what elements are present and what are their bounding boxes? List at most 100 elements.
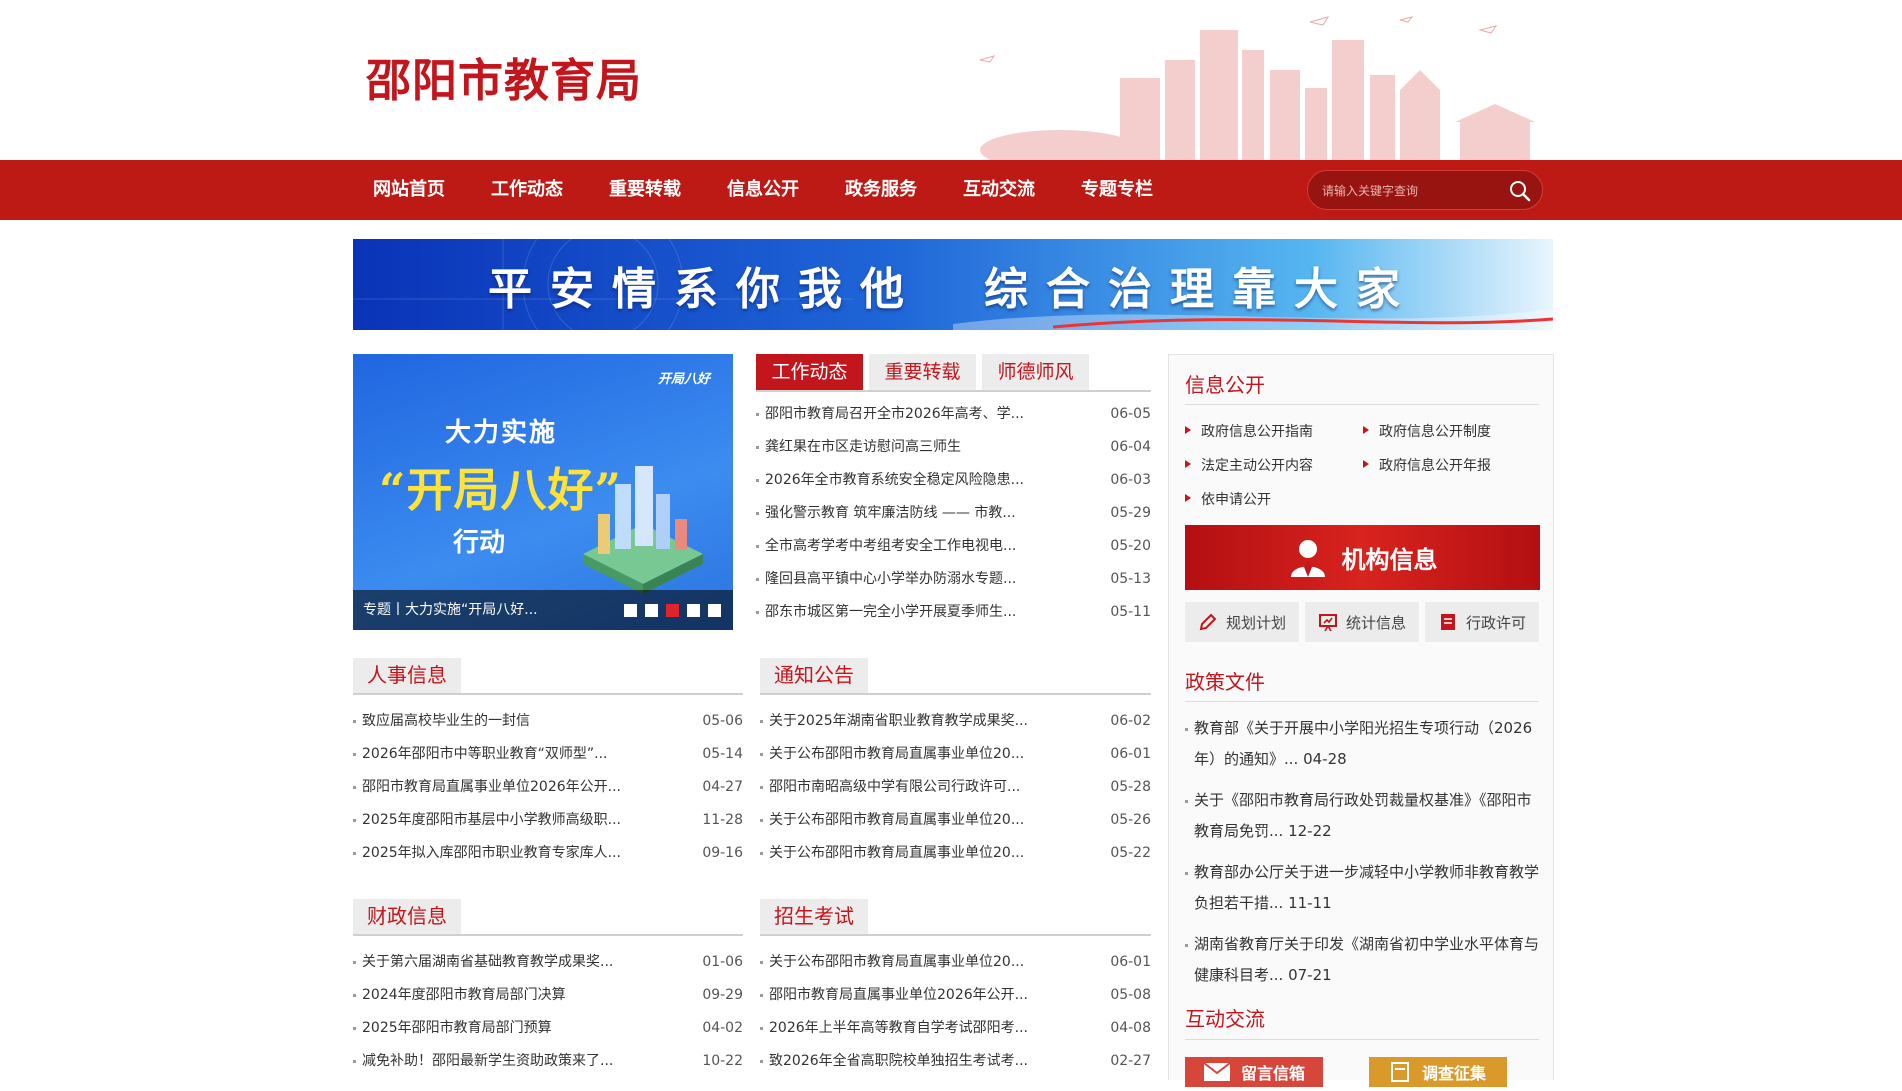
policy-item-text: 关于《邵阳市教育局行政处罚裁量权基准》《邵阳市教育局免罚... 12-22	[1194, 791, 1532, 840]
topic-carousel[interactable]: 开局八好 大力实施 “开局八好” 行动 专题丨大力实施“开局八好...	[353, 354, 733, 630]
news-item[interactable]: 关于公布邵阳市教育局直属事业单位20... 06-01	[760, 738, 1151, 771]
nav-item-gov-service[interactable]: 政务服务	[822, 160, 940, 220]
bullet-dot-icon	[760, 819, 763, 822]
nav-item-interaction[interactable]: 互动交流	[940, 160, 1058, 220]
news-item[interactable]: 关于2025年湖南省职业教育教学成果奖... 06-02	[760, 705, 1151, 738]
news-item[interactable]: 2024年度邵阳市教育局部门决算 09-29	[353, 979, 743, 1012]
news-item[interactable]: 关于公布邵阳市教育局直属事业单位20... 05-22	[760, 837, 1151, 870]
news-date: 09-16	[702, 845, 743, 861]
notices-section: 通知公告 关于2025年湖南省职业教育教学成果奖... 06-02 关于公布邵阳市教…	[760, 658, 1151, 870]
link-info-system[interactable]: 政府信息公开制度	[1363, 421, 1491, 441]
news-title: 龚红果在市区走访慰问高三师生	[765, 439, 961, 455]
policy-title[interactable]: 政策文件	[1185, 666, 1265, 695]
news-title: 2025年拟入库邵阳市职业教育专家库人...	[362, 845, 621, 861]
news-date: 06-04	[1110, 439, 1151, 455]
news-item[interactable]: 邵阳市教育局召开全市2026年高考、学... 06-05	[756, 398, 1151, 431]
search-input[interactable]	[1322, 180, 1502, 202]
news-item[interactable]: 龚红果在市区走访慰问高三师生 06-04	[756, 431, 1151, 464]
news-date: 05-11	[1110, 604, 1151, 620]
bullet-dot-icon	[1185, 944, 1188, 947]
license-button[interactable]: 行政许可	[1425, 602, 1539, 642]
search-icon[interactable]	[1508, 179, 1532, 203]
link-label: 法定主动公开内容	[1201, 458, 1313, 474]
personnel-title[interactable]: 人事信息	[353, 658, 461, 693]
policy-item[interactable]: 教育部办公厅关于进一步减轻中小学教师非教育教学负担若干措... 11-11	[1185, 857, 1541, 919]
bullet-dot-icon	[756, 512, 759, 515]
tab-work-news[interactable]: 工作动态	[756, 354, 863, 390]
survey-button[interactable]: 调查征集	[1369, 1057, 1507, 1087]
policy-item[interactable]: 湖南省教育厅关于印发《湖南省初中学业水平体育与健康科目考... 07-21	[1185, 929, 1541, 991]
news-title: 减免补助！邵阳最新学生资助政策来了...	[362, 1053, 614, 1069]
news-item[interactable]: 邵阳市教育局直属事业单位2026年公开... 05-08	[760, 979, 1151, 1012]
carousel-dot[interactable]	[666, 604, 679, 617]
triangle-bullet-icon	[1185, 460, 1191, 468]
news-item[interactable]: 强化警示教育 筑牢廉洁防线 —— 市教... 05-29	[756, 497, 1151, 530]
news-title: 致2026年全省高职院校单独招生考试考...	[769, 1053, 1028, 1069]
bullet-dot-icon	[353, 753, 356, 756]
bullet-dot-icon	[756, 578, 759, 581]
news-item[interactable]: 邵阳市教育局直属事业单位2026年公开... 04-27	[353, 771, 743, 804]
news-title: 全市高考学考中考组考安全工作电视电...	[765, 538, 1017, 554]
news-date: 06-01	[1110, 746, 1151, 762]
link-proactive-disclosure[interactable]: 法定主动公开内容	[1185, 455, 1313, 475]
news-item[interactable]: 2026年邵阳市中等职业教育“双师型”... 05-14	[353, 738, 743, 771]
news-item[interactable]: 隆回县高平镇中心小学举办防溺水专题... 05-13	[756, 563, 1151, 596]
link-apply-disclosure[interactable]: 依申请公开	[1185, 489, 1271, 509]
nav-item-work-news[interactable]: 工作动态	[468, 160, 586, 220]
document-icon	[1440, 614, 1455, 630]
news-item[interactable]: 邵东市城区第一完全小学开展夏季师生... 05-11	[756, 596, 1151, 629]
news-item[interactable]: 邵阳市南昭高级中学有限公司行政许可... 05-28	[760, 771, 1151, 804]
news-date: 05-22	[1110, 845, 1151, 861]
policy-item[interactable]: 教育部《关于开展中小学阳光招生专项行动（2026年）的通知》... 04-28	[1185, 713, 1541, 775]
plan-button[interactable]: 规划计划	[1185, 602, 1299, 642]
bullet-dot-icon	[353, 819, 356, 822]
news-title: 2024年度邵阳市教育局部门决算	[362, 987, 566, 1003]
tab-reprints[interactable]: 重要转载	[869, 354, 976, 390]
site-title[interactable]: 邵阳市教育局	[366, 44, 642, 109]
mailbox-button[interactable]: 留言信箱	[1185, 1057, 1323, 1087]
statistics-button[interactable]: 统计信息	[1305, 602, 1419, 642]
news-item[interactable]: 2025年拟入库邵阳市职业教育专家库人... 09-16	[353, 837, 743, 870]
news-item[interactable]: 2026年上半年高等教育自学考试邵阳考... 04-08	[760, 1012, 1151, 1045]
interaction-title[interactable]: 互动交流	[1185, 1003, 1265, 1032]
safety-banner[interactable]: 平安情系你我他 综合治理靠大家	[353, 239, 1553, 330]
news-date: 10-22	[702, 1053, 743, 1069]
news-date: 05-26	[1110, 812, 1151, 828]
org-info-button[interactable]: 机构信息	[1185, 525, 1540, 590]
news-title: 关于2025年湖南省职业教育教学成果奖...	[769, 713, 1028, 729]
news-date: 05-08	[1110, 987, 1151, 1003]
news-item[interactable]: 致2026年全省高职院校单独招生考试考... 02-27	[760, 1045, 1151, 1078]
news-item[interactable]: 2026年全市教育系统安全稳定风险隐患... 06-03	[756, 464, 1151, 497]
carousel-dot[interactable]	[624, 604, 637, 617]
enrollment-title[interactable]: 招生考试	[760, 899, 868, 934]
nav-item-topics[interactable]: 专题专栏	[1058, 160, 1176, 220]
news-item[interactable]: 减免补助！邵阳最新学生资助政策来了... 10-22	[353, 1045, 743, 1078]
nav-item-info-public[interactable]: 信息公开	[704, 160, 822, 220]
right-panel: 信息公开 政府信息公开指南 政府信息公开制度 法定主动公开内容 政府信息公开年报…	[1168, 354, 1554, 1087]
carousel-dot[interactable]	[687, 604, 700, 617]
news-title: 关于公布邵阳市教育局直属事业单位20...	[769, 746, 1025, 762]
enrollment-section: 招生考试 关于公布邵阳市教育局直属事业单位20... 06-01 邵阳市教育局直属事…	[760, 899, 1151, 1078]
policy-item[interactable]: 关于《邵阳市教育局行政处罚裁量权基准》《邵阳市教育局免罚... 12-22	[1185, 785, 1541, 847]
nav-item-home[interactable]: 网站首页	[350, 160, 468, 220]
link-info-guide[interactable]: 政府信息公开指南	[1185, 421, 1313, 441]
news-item[interactable]: 2025年邵阳市教育局部门预算 04-02	[353, 1012, 743, 1045]
news-item[interactable]: 关于公布邵阳市教育局直属事业单位20... 05-26	[760, 804, 1151, 837]
news-item[interactable]: 全市高考学考中考组考安全工作电视电... 05-20	[756, 530, 1151, 563]
news-item[interactable]: 致应届高校毕业生的一封信 05-06	[353, 705, 743, 738]
info-public-title[interactable]: 信息公开	[1185, 369, 1265, 398]
news-item[interactable]: 关于公布邵阳市教育局直属事业单位20... 06-01	[760, 946, 1151, 979]
news-date: 11-28	[702, 812, 743, 828]
nav-item-reprints[interactable]: 重要转载	[586, 160, 704, 220]
finance-title[interactable]: 财政信息	[353, 899, 461, 934]
site-header: 邵阳市教育局	[0, 0, 1902, 160]
tab-teacher-ethics[interactable]: 师德师风	[982, 354, 1089, 390]
news-item[interactable]: 关于第六届湖南省基础教育教学成果奖... 01-06	[353, 946, 743, 979]
news-date: 05-28	[1110, 779, 1151, 795]
news-title: 邵阳市南昭高级中学有限公司行政许可...	[769, 779, 1021, 795]
link-annual-report[interactable]: 政府信息公开年报	[1363, 455, 1491, 475]
carousel-dot[interactable]	[708, 604, 721, 617]
notices-title[interactable]: 通知公告	[760, 658, 868, 693]
news-item[interactable]: 2025年度邵阳市基层中小学教师高级职... 11-28	[353, 804, 743, 837]
carousel-dot[interactable]	[645, 604, 658, 617]
